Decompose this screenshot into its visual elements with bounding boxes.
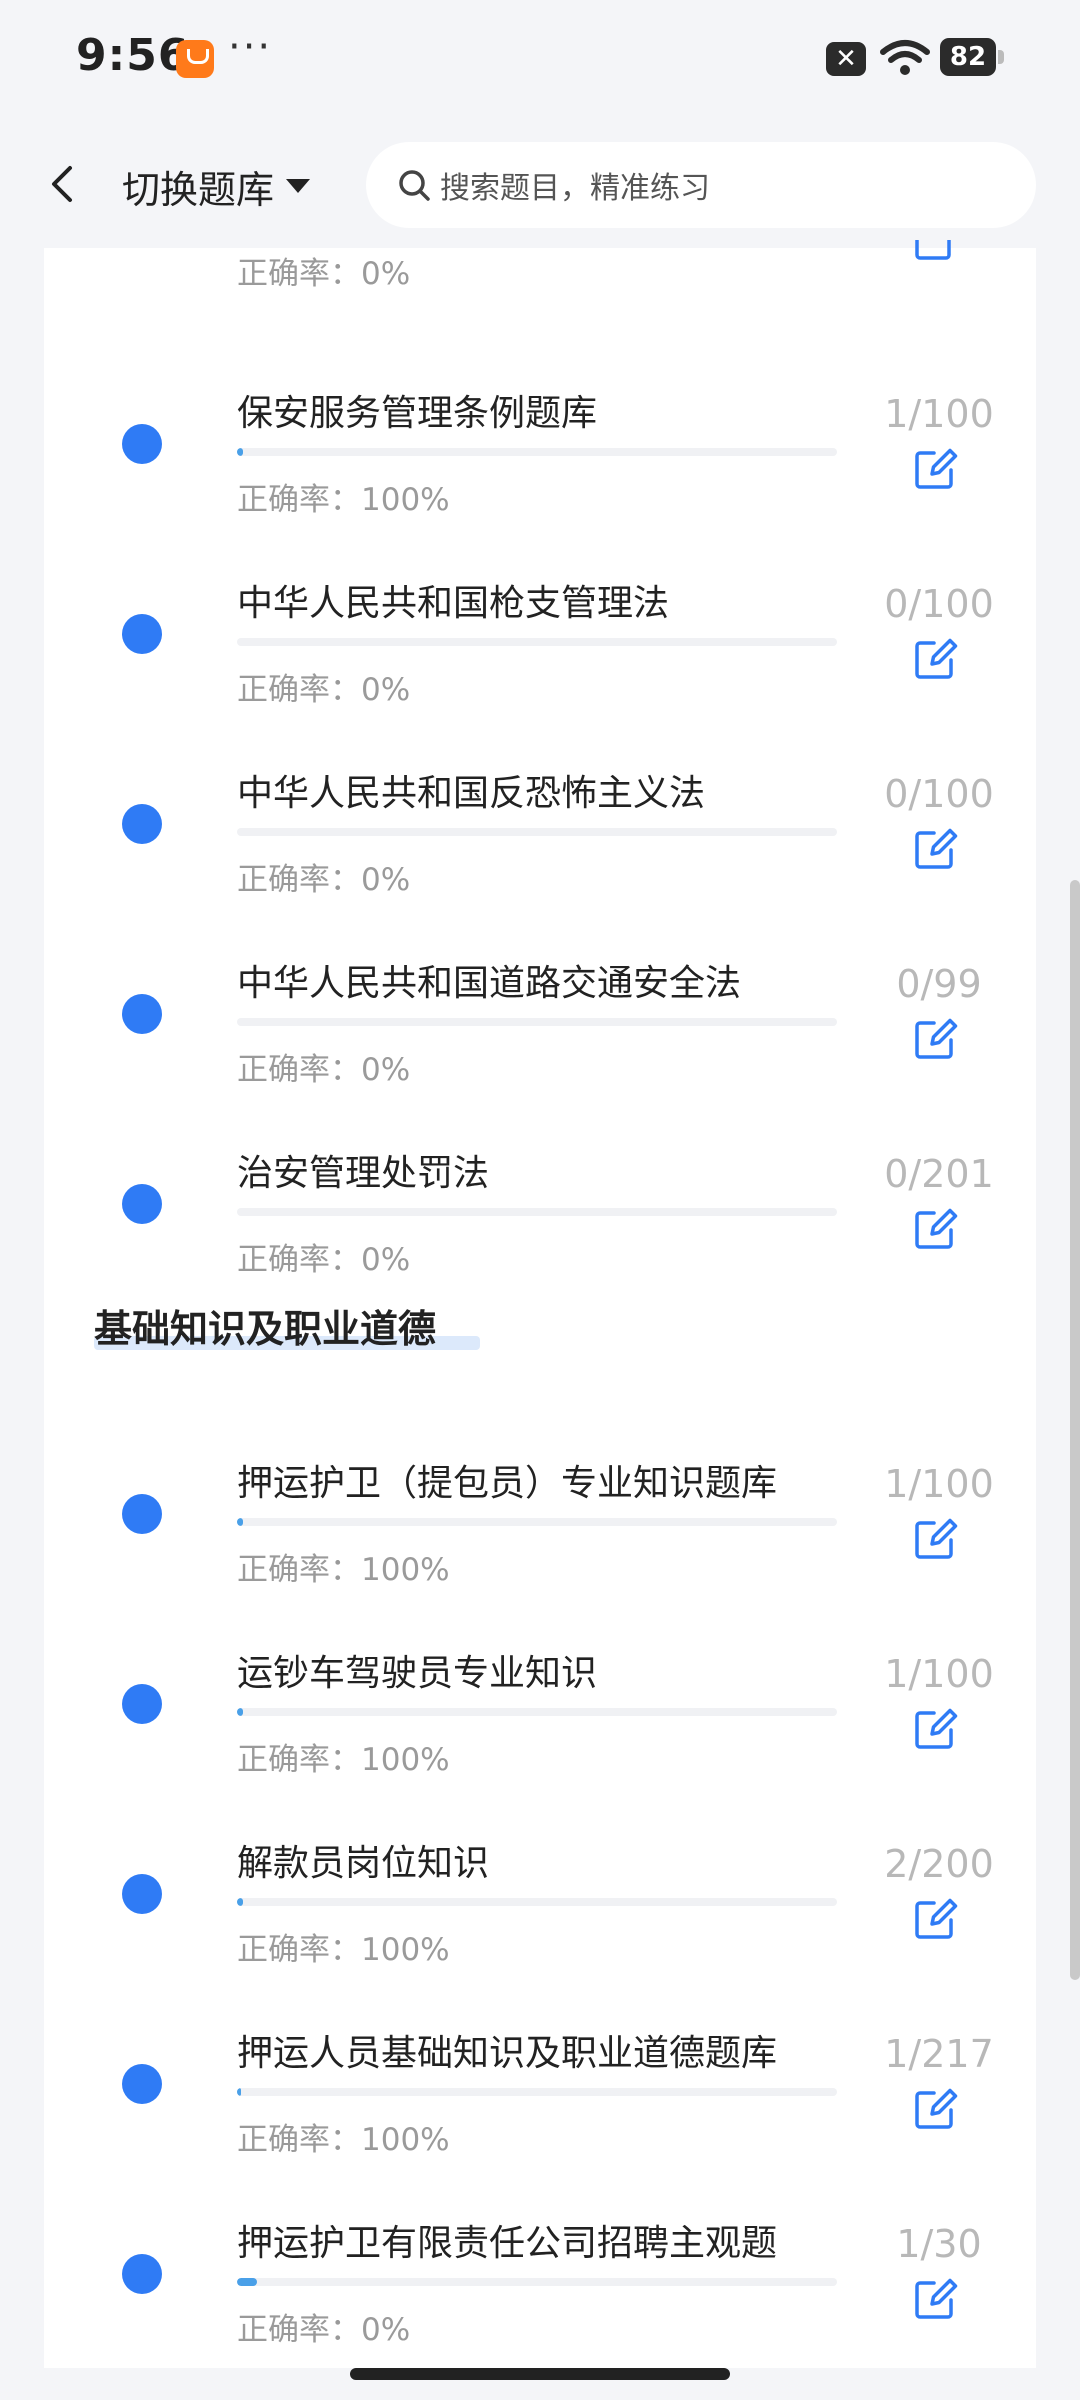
switch-bank-label: 切换题库 [122,167,275,212]
accuracy-label: 正确率：0% [237,862,411,898]
section-title: 基础知识及职业道德 [94,1307,437,1351]
home-indicator[interactable] [350,2368,730,2380]
progress-count: 2/200 [884,1842,994,1886]
accuracy-label: 正确率：0% [237,1242,411,1278]
list-item[interactable]: 中华人民共和国道路交通安全法正确率：0% 0/99 [44,898,1036,1088]
edit-icon[interactable] [912,444,960,492]
edit-icon[interactable] [912,1894,960,1942]
list-item[interactable]: 运钞车驾驶员专业知识正确率：100% 1/100 [44,1588,1036,1778]
status-bar: 9:56 ··· ✕ 82 [0,0,1080,120]
edit-icon[interactable] [912,240,960,264]
edit-icon[interactable] [912,824,960,872]
progress-fill [237,2278,257,2286]
list-item[interactable]: 押运人员基础知识及职业道德题库正确率：100% 1/217 [44,1968,1036,2158]
bank-title: 运钞车驾驶员专业知识 [237,1653,598,1694]
progress-count: 0/201 [884,1152,994,1196]
accuracy-label: 正确率：0% [237,672,411,708]
progress-track [237,1708,837,1716]
search-icon [399,170,430,201]
wifi-icon [880,40,930,75]
progress-track [237,638,837,646]
list-item[interactable]: 治安管理处罚法正确率：0% 0/201 [44,1088,1036,1278]
status-dot-icon [122,1684,162,1724]
progress-count: 1/100 [884,1652,994,1696]
bank-title: 中华人民共和国道路交通安全法 [237,963,742,1004]
progress-track [237,1018,837,1026]
caret-down-icon [286,179,311,193]
progress-count: 0/99 [896,962,982,1006]
bank-title: 押运护卫（提包员）专业知识题库 [237,1463,778,1504]
progress-fill [237,1898,243,1906]
accuracy-label: 正确率：0% [237,256,411,292]
progress-track [237,1898,837,1906]
edit-icon[interactable] [912,634,960,682]
accuracy-label: 正确率：100% [237,1932,450,1968]
accuracy-label: 正确率：100% [237,482,450,518]
top-bar: 切换题库 搜索题目，精准练习 [0,120,1080,248]
progress-count: 1/217 [884,2032,994,2076]
close-icon: ✕ [826,42,866,76]
progress-fill [237,1518,243,1526]
status-dot-icon [122,1494,162,1534]
status-time: 9:56 [76,30,190,81]
accuracy-label: 正确率：100% [237,1742,450,1778]
list-item[interactable]: 保安服务管理条例题库正确率：100% 1/100 [44,328,1036,518]
accuracy-label: 正确率：100% [237,2122,450,2158]
question-bank-list: 正确率：0% 保安服务管理条例题库正确率：100% 1/100 中华人民共和国枪支管… [44,240,1036,2368]
bank-title: 中华人民共和国枪支管理法 [237,583,670,624]
edit-icon[interactable] [912,2274,960,2322]
bank-title: 治安管理处罚法 [237,1153,490,1194]
progress-track [237,1518,837,1526]
accuracy-label: 正确率：100% [237,1552,450,1588]
bank-title: 解款员岗位知识 [237,1843,490,1884]
edit-icon[interactable] [912,1014,960,1062]
progress-fill [237,2088,241,2096]
accuracy-label: 正确率：0% [237,2312,411,2348]
status-dot-icon [122,804,162,844]
progress-track [237,1208,837,1216]
bank-title: 押运护卫有限责任公司招聘主观题 [237,2223,778,2264]
list-item[interactable]: 解款员岗位知识正确率：100% 2/200 [44,1778,1036,1968]
status-dot-icon [122,2254,162,2294]
status-dot-icon [122,424,162,464]
list-item[interactable]: 押运护卫有限责任公司招聘主观题正确率：0% 1/30 [44,2158,1036,2348]
list-item[interactable]: 中华人民共和国反恐怖主义法正确率：0% 0/100 [44,708,1036,898]
progress-count: 1/100 [884,392,994,436]
status-dot-icon [122,1874,162,1914]
search-placeholder: 搜索题目，精准练习 [440,171,710,206]
battery-indicator: 82 [940,38,1004,76]
status-dot-icon [122,994,162,1034]
progress-count: 1/100 [884,1462,994,1506]
edit-icon[interactable] [912,2084,960,2132]
partial-list-item[interactable]: 正确率：0% [44,240,1036,292]
more-notifications-icon: ··· [228,24,273,70]
switch-bank-button[interactable]: 切换题库 [122,158,311,214]
list-item[interactable]: 中华人民共和国枪支管理法正确率：0% 0/100 [44,518,1036,708]
bank-title: 中华人民共和国反恐怖主义法 [237,773,706,814]
progress-fill [237,448,243,456]
bank-title: 押运人员基础知识及职业道德题库 [237,2033,778,2074]
progress-fill [237,1708,243,1716]
progress-count: 1/30 [896,2222,982,2266]
shopping-app-icon [176,40,214,78]
progress-track [237,448,837,456]
progress-track [237,828,837,836]
status-dot-icon [122,614,162,654]
progress-track [237,2088,837,2096]
accuracy-label: 正确率：0% [237,1052,411,1088]
edit-icon[interactable] [912,1514,960,1562]
edit-icon[interactable] [912,1204,960,1252]
progress-count: 0/100 [884,772,994,816]
list-item[interactable]: 押运护卫（提包员）专业知识题库正确率：100% 1/100 [44,1398,1036,1588]
scrollbar[interactable] [1070,880,1080,1980]
status-dot-icon [122,1184,162,1224]
search-input[interactable]: 搜索题目，精准练习 [366,142,1036,228]
status-dot-icon [122,2064,162,2104]
back-arrow-icon[interactable] [34,156,90,212]
bank-title: 保安服务管理条例题库 [237,393,598,434]
progress-track [237,2278,837,2286]
edit-icon[interactable] [912,1704,960,1752]
progress-count: 0/100 [884,582,994,626]
